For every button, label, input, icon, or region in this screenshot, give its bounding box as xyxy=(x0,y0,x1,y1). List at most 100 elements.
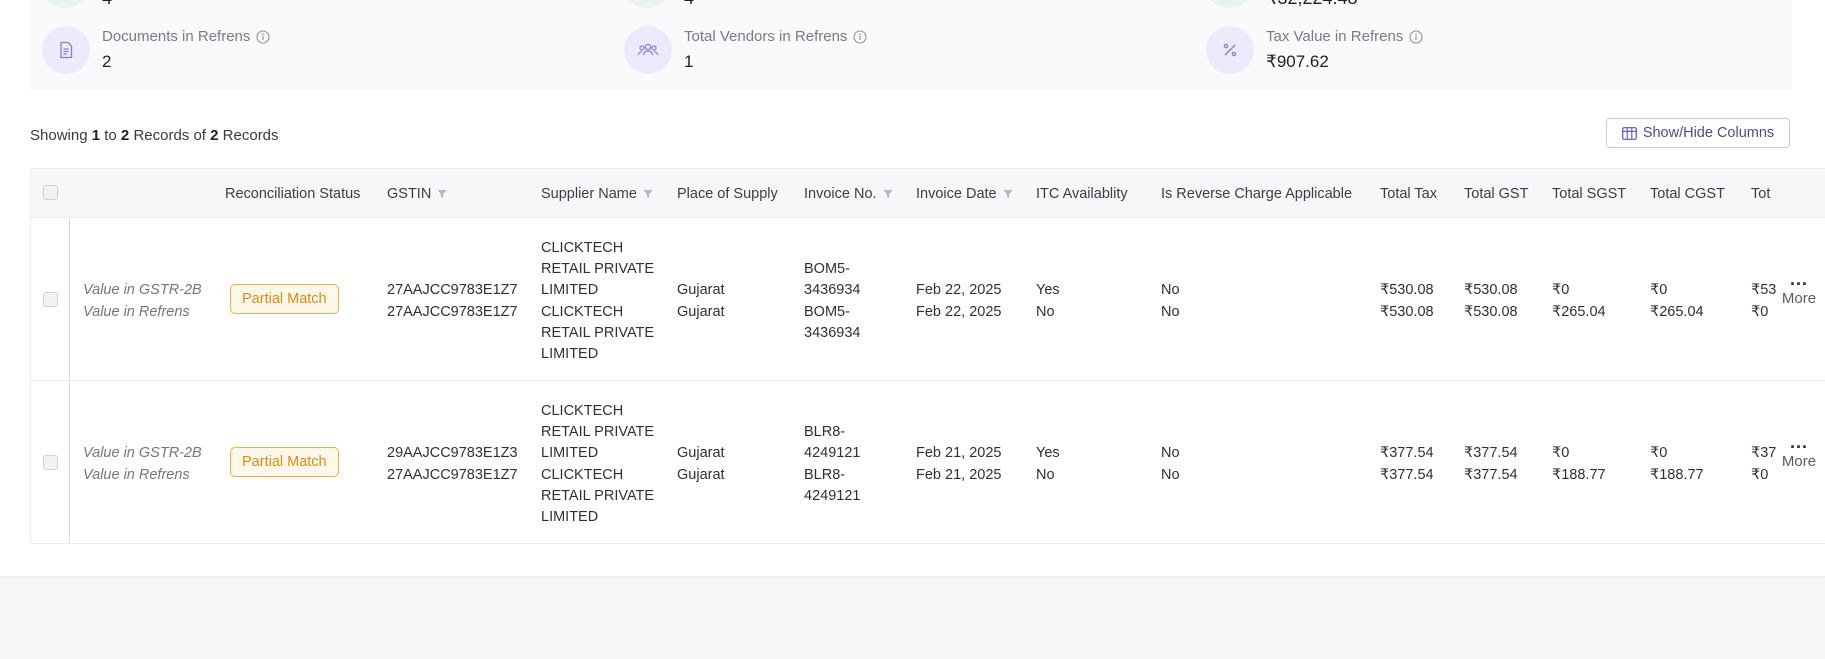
column-header[interactable]: Supplier Name xyxy=(541,186,653,202)
cell-line: LIMITED xyxy=(541,346,599,362)
more-button[interactable]: ... More xyxy=(1779,269,1819,307)
cell-gstin: 29AAJCC9783E1Z3 xyxy=(387,445,518,461)
column-header[interactable]: Invoice Date xyxy=(916,186,1013,202)
column-header[interactable]: ITC Availablity xyxy=(1036,186,1128,202)
cell-reverse: No xyxy=(1161,282,1180,298)
document-icon xyxy=(42,26,90,74)
cell-line: 3436934 xyxy=(804,282,861,298)
cell-gstin: 27AAJCC9783E1Z7 xyxy=(387,304,518,320)
cell-itc: No xyxy=(1036,304,1055,320)
reconciliation-table: Reconciliation Status GSTIN Supplier Nam… xyxy=(30,168,1825,544)
table-row: Partial Match Value in GSTR-2B 29AAJCC9783… xyxy=(31,381,1825,544)
cell-cgst: ₹0 xyxy=(1650,445,1668,461)
stat-value-partial: 4 xyxy=(102,0,112,9)
show-hide-columns-button[interactable]: Show/Hide Columns xyxy=(1606,118,1790,148)
table-row: Partial Match Value in GSTR-2B 27AAJCC9783… xyxy=(31,218,1825,381)
cell-line: LIMITED xyxy=(541,445,599,461)
stat-value: ₹907.62 xyxy=(1266,52,1329,71)
column-header[interactable]: Total Tax xyxy=(1380,186,1437,202)
cell-itc: Yes xyxy=(1036,282,1060,298)
cell-line: CLICKTECH xyxy=(541,240,624,256)
cell-invoice: BLR8- 4249121 xyxy=(804,422,860,464)
cell-total-tax: ₹377.54 xyxy=(1380,467,1434,483)
filter-icon[interactable] xyxy=(1003,189,1013,199)
more-label: More xyxy=(1781,290,1817,307)
cell-itc: No xyxy=(1036,467,1055,483)
stats-card: 4 4 ₹32,224.48 Documents in Refrens 2 To… xyxy=(30,0,1792,90)
row-checkbox[interactable] xyxy=(43,292,58,307)
cell-line: CLICKTECH xyxy=(541,403,624,419)
cell-sgst: ₹188.77 xyxy=(1552,467,1606,483)
records-summary: Showing 1 to 2 Records of 2 Records xyxy=(30,127,279,144)
row-checkbox[interactable] xyxy=(43,455,58,470)
filter-icon[interactable] xyxy=(643,189,653,199)
cell-date: Feb 22, 2025 xyxy=(916,304,1002,320)
cell-line: 4249121 xyxy=(804,488,861,504)
cell-sgst: ₹0 xyxy=(1552,282,1570,298)
table-header: Reconciliation Status GSTIN Supplier Nam… xyxy=(31,168,1825,218)
filter-icon[interactable] xyxy=(437,189,447,199)
cell-line: 4249121 xyxy=(804,445,861,461)
column-header[interactable]: Tot xyxy=(1751,186,1770,202)
row-divider xyxy=(69,381,70,543)
stat-icon-partial xyxy=(42,0,88,8)
cell-line: RETAIL PRIVATE xyxy=(541,488,655,504)
cell-total-tax: ₹530.08 xyxy=(1380,304,1434,320)
select-all-checkbox[interactable] xyxy=(43,185,58,200)
column-header[interactable]: Reconciliation Status xyxy=(225,186,360,202)
cell-total-gst: ₹377.54 xyxy=(1464,467,1518,483)
cell-reverse: No xyxy=(1161,467,1180,483)
cell-line: 3436934 xyxy=(804,325,861,341)
vendors-icon xyxy=(624,26,672,74)
cell-label: Value in Refrens xyxy=(83,304,190,320)
percent-icon xyxy=(1206,26,1254,74)
stat-value: 1 xyxy=(684,52,694,71)
cell-cgst: ₹188.77 xyxy=(1650,467,1704,483)
cell-line: RETAIL PRIVATE xyxy=(541,325,655,341)
column-header[interactable]: Place of Supply xyxy=(677,186,778,202)
filter-icon[interactable] xyxy=(883,189,893,199)
cell-line: BLR8- xyxy=(804,424,846,440)
cell-tot: ₹0 xyxy=(1751,304,1769,320)
cell-total-tax: ₹530.08 xyxy=(1380,282,1434,298)
stat-value: 2 xyxy=(102,52,112,71)
stat-label: Tax Value in Refrens xyxy=(1266,28,1423,45)
row-divider xyxy=(69,218,70,380)
info-icon[interactable] xyxy=(853,29,867,44)
cell-itc: Yes xyxy=(1036,445,1060,461)
cell-line: BOM5- xyxy=(804,304,850,320)
stat-value-partial: 4 xyxy=(684,0,694,9)
cell-date: Feb 21, 2025 xyxy=(916,467,1002,483)
cell-sgst: ₹265.04 xyxy=(1552,304,1606,320)
column-header[interactable]: GSTIN xyxy=(387,186,447,202)
info-icon[interactable] xyxy=(256,29,270,44)
column-header[interactable]: Total GST xyxy=(1464,186,1528,202)
cell-reverse: No xyxy=(1161,304,1180,320)
more-button[interactable]: ... More xyxy=(1779,433,1819,470)
cell-total-gst: ₹530.08 xyxy=(1464,304,1518,320)
stat-tax-value: Tax Value in Refrens ₹907.62 xyxy=(1206,26,1606,78)
cell-label: Value in GSTR-2B xyxy=(83,282,202,298)
cell-line: CLICKTECH xyxy=(541,304,624,320)
column-header[interactable]: Total SGST xyxy=(1552,186,1626,202)
cell-invoice: BOM5- 3436934 xyxy=(804,302,860,344)
cell-date: Feb 21, 2025 xyxy=(916,445,1002,461)
column-header[interactable]: Invoice No. xyxy=(804,186,893,202)
cell-line: LIMITED xyxy=(541,509,599,525)
column-header[interactable]: Total CGST xyxy=(1650,186,1725,202)
cell-date: Feb 22, 2025 xyxy=(916,282,1002,298)
cell-tot: ₹0 xyxy=(1751,467,1769,483)
cell-invoice: BOM5- 3436934 xyxy=(804,259,860,301)
cell-line: BOM5- xyxy=(804,261,850,277)
stat-icon-partial xyxy=(1206,0,1252,8)
more-dots-icon: ... xyxy=(1789,269,1808,289)
info-icon[interactable] xyxy=(1409,29,1423,44)
column-header[interactable]: Is Reverse Charge Applicable xyxy=(1161,186,1352,202)
stat-documents: Documents in Refrens 2 xyxy=(42,26,442,78)
cell-line: BLR8- xyxy=(804,467,846,483)
cell-total-gst: ₹530.08 xyxy=(1464,282,1518,298)
cell-cgst: ₹0 xyxy=(1650,282,1668,298)
cell-place: Gujarat xyxy=(677,282,725,298)
cell-place: Gujarat xyxy=(677,304,725,320)
cell-label: Value in GSTR-2B xyxy=(83,445,202,461)
